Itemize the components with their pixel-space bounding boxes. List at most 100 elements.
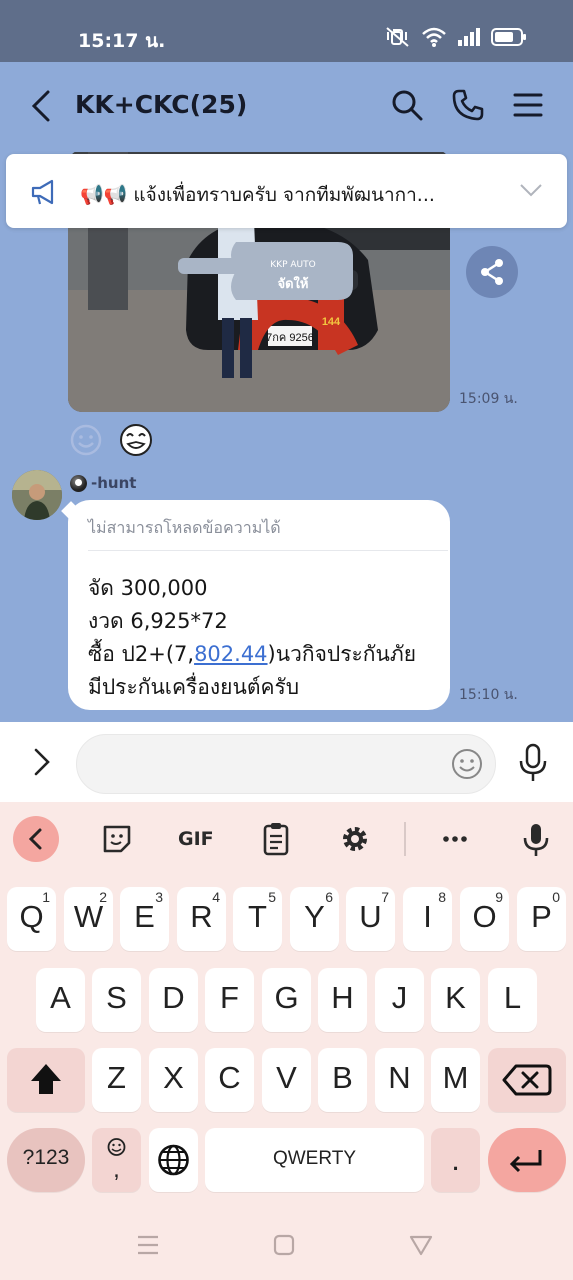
key-l-label: L: [503, 980, 522, 1015]
key-o-hint: 9: [495, 889, 503, 905]
space-key-label: QWERTY: [272, 1148, 357, 1169]
key-h[interactable]: H: [318, 968, 367, 1032]
message-input[interactable]: [76, 734, 496, 794]
add-reaction-icon[interactable]: [68, 422, 104, 458]
key-j[interactable]: J: [375, 968, 424, 1032]
key-f-label: F: [220, 980, 239, 1015]
more-options-icon[interactable]: [432, 816, 478, 862]
key-k[interactable]: K: [431, 968, 480, 1032]
chat-area[interactable]: 7กค 9256 144 KKP AUTO จัดให้ 15:09 น. -h…: [0, 152, 573, 722]
sticker-icon[interactable]: [94, 816, 140, 862]
sender-name: -hunt: [70, 474, 136, 492]
menu-icon[interactable]: [511, 88, 545, 122]
language-key[interactable]: [149, 1128, 198, 1192]
key-g-label: G: [274, 980, 299, 1015]
message-timestamp: 15:10 น.: [459, 687, 518, 703]
key-l[interactable]: L: [488, 968, 537, 1032]
space-key[interactable]: QWERTY: [205, 1128, 424, 1192]
key-b[interactable]: B: [318, 1048, 367, 1112]
key-v[interactable]: V: [262, 1048, 311, 1112]
key-i[interactable]: I8: [403, 887, 452, 951]
mute-vibrate-icon: [386, 27, 409, 47]
emoji-icon[interactable]: [449, 746, 485, 782]
key-b-label: B: [332, 1060, 353, 1095]
chat-title: KK+CKC(25): [75, 90, 248, 119]
wifi-icon: [422, 27, 446, 47]
message-line-3: ซื้อ ป2+(7,802.44)นวกิจประกันภัย: [88, 638, 416, 671]
enter-key[interactable]: [488, 1128, 566, 1192]
key-e-hint: 3: [155, 889, 163, 905]
key-r-hint: 4: [212, 889, 220, 905]
key-s[interactable]: S: [92, 968, 141, 1032]
toolbar-divider: [404, 822, 406, 856]
search-icon[interactable]: [390, 88, 424, 122]
sticker-reaction-icon[interactable]: [118, 422, 154, 458]
back-arrow-icon[interactable]: [28, 88, 56, 124]
key-c[interactable]: C: [205, 1048, 254, 1112]
key-t[interactable]: T5: [233, 887, 282, 951]
key-o[interactable]: O9: [460, 887, 509, 951]
battery-icon: [491, 28, 526, 46]
gif-button[interactable]: GIF: [178, 828, 214, 850]
sender-avatar[interactable]: [12, 470, 62, 520]
enter-icon: [509, 1150, 542, 1173]
emoji-comma-key[interactable]: ,: [92, 1128, 141, 1192]
key-p-hint: 0: [552, 889, 560, 905]
key-p[interactable]: P0: [517, 887, 566, 951]
message-line-3-pre: ซื้อ ป2+(7,: [88, 642, 195, 666]
key-z[interactable]: Z: [92, 1048, 141, 1112]
symbols-key[interactable]: ?123: [7, 1128, 85, 1192]
backspace-icon: [502, 1064, 552, 1096]
key-v-label: V: [276, 1060, 297, 1095]
key-f[interactable]: F: [205, 968, 254, 1032]
phone-number-link[interactable]: 802.44: [194, 642, 267, 666]
settings-gear-icon[interactable]: [332, 816, 378, 862]
key-e[interactable]: E3: [120, 887, 169, 951]
microphone-icon[interactable]: [516, 742, 550, 784]
period-key-label: .: [451, 1142, 460, 1177]
share-icon: [481, 259, 503, 285]
megaphone-icon: [31, 179, 54, 205]
voice-input-icon[interactable]: [513, 816, 559, 862]
quote-divider: [88, 550, 448, 572]
key-m-label: M: [442, 1060, 469, 1095]
phone-icon[interactable]: [451, 88, 485, 122]
key-d[interactable]: D: [149, 968, 198, 1032]
key-x[interactable]: X: [149, 1048, 198, 1112]
shift-key[interactable]: [7, 1048, 85, 1112]
key-x-label: X: [163, 1060, 184, 1095]
avatar-image: [12, 470, 62, 520]
comma-label: ,: [113, 1156, 120, 1183]
system-nav-bar: [0, 1210, 573, 1280]
chevron-down-icon[interactable]: [519, 182, 543, 198]
key-g[interactable]: G: [262, 968, 311, 1032]
key-u[interactable]: U7: [346, 887, 395, 951]
status-icons: [385, 26, 527, 48]
text-message-bubble[interactable]: ไม่สามารถโหลดข้อความได้ จัด 300,000 งวด …: [68, 500, 450, 710]
period-key[interactable]: .: [431, 1128, 480, 1192]
chat-header: KK+CKC(25): [0, 62, 573, 152]
key-m[interactable]: M: [431, 1048, 480, 1112]
key-n[interactable]: N: [375, 1048, 424, 1112]
sender-name-text: -hunt: [91, 474, 137, 492]
share-button[interactable]: [466, 246, 518, 298]
back-triangle-icon[interactable]: [407, 1232, 435, 1258]
key-w[interactable]: W2: [64, 887, 113, 951]
key-y[interactable]: Y6: [290, 887, 339, 951]
chevron-right-icon[interactable]: [28, 746, 56, 778]
sign-text: จัดให้: [278, 275, 309, 292]
key-d-label: D: [162, 980, 185, 1015]
key-c-label: C: [218, 1060, 241, 1095]
home-icon[interactable]: [270, 1232, 298, 1258]
key-q[interactable]: Q1: [7, 887, 56, 951]
ribbon-number: 144: [322, 316, 341, 328]
announcement-banner[interactable]: 📢📢 แจ้งเพื่อทราบครับ จากทีมพัฒนากา...: [6, 154, 567, 228]
key-a[interactable]: A: [36, 968, 85, 1032]
message-input-bar: [0, 722, 573, 802]
key-r[interactable]: R4: [177, 887, 226, 951]
key-k-label: K: [445, 980, 466, 1015]
clipboard-icon[interactable]: [253, 816, 299, 862]
backspace-key[interactable]: [488, 1048, 566, 1112]
keyboard-back-button[interactable]: [13, 816, 59, 862]
recent-apps-icon[interactable]: [134, 1232, 162, 1258]
